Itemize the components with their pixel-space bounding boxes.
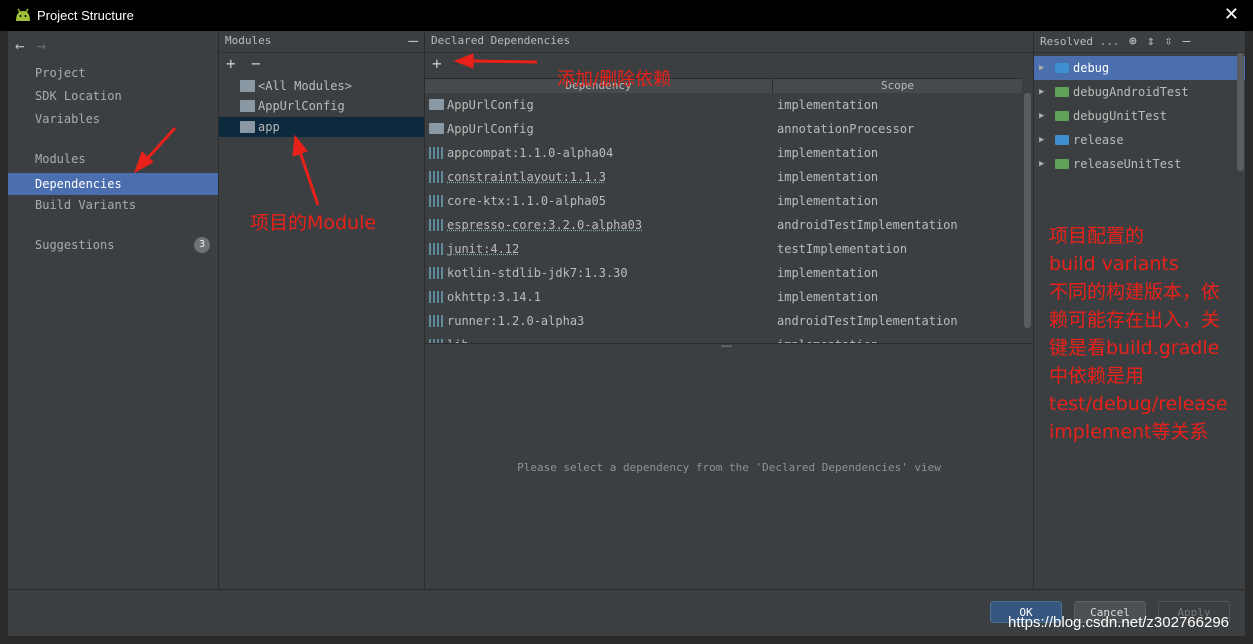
annotation-line: 键是看build.gradle: [1049, 337, 1220, 359]
watermark: https://blog.csdn.net/z302766296: [1008, 614, 1230, 631]
annotation-variants: 项目配置的 build variants 不同的构建版本，依 赖可能存在出入，关…: [1049, 222, 1249, 446]
annotation-add-remove: 添加/删除依赖: [557, 69, 672, 90]
annotation-line: test/debug/release: [1049, 393, 1228, 415]
annotation-line: 中依赖是用: [1049, 365, 1145, 387]
annotation-module: 项目的Module: [250, 212, 377, 234]
arrow-add: [471, 59, 538, 64]
annotation-line: 赖可能存在出入，关: [1049, 309, 1221, 331]
arrow-module: [298, 151, 320, 206]
annotation-line: implement等关系: [1049, 421, 1209, 443]
annotation-line: 项目配置的: [1049, 225, 1145, 247]
annotation-line: build variants: [1049, 253, 1179, 275]
arrow-dependencies: [144, 126, 177, 162]
arrow-head-icon: [292, 134, 308, 157]
arrow-head-icon: [453, 53, 474, 69]
annotation-line: 不同的构建版本，依: [1049, 281, 1221, 303]
